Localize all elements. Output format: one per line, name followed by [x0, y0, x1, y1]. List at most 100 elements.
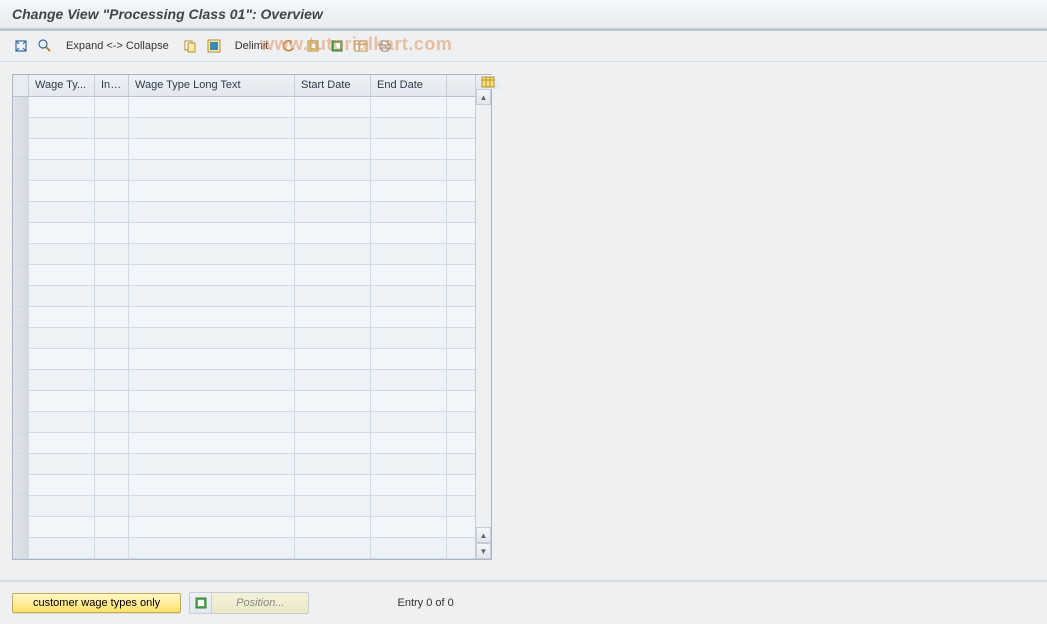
row-selector[interactable] [13, 202, 29, 222]
row-selector[interactable] [13, 370, 29, 390]
cell-wage-type[interactable] [29, 475, 95, 495]
scroll-down-button[interactable]: ▼ [476, 543, 491, 559]
table-row[interactable] [13, 160, 475, 181]
cell-start-date[interactable] [295, 244, 371, 264]
table-row[interactable] [13, 433, 475, 454]
table-row[interactable] [13, 475, 475, 496]
cell-end-date[interactable] [371, 475, 447, 495]
table-row[interactable] [13, 139, 475, 160]
cell-inf[interactable] [95, 433, 129, 453]
cell-wage-type[interactable] [29, 286, 95, 306]
configure-columns-icon[interactable] [476, 75, 500, 89]
expand-collapse-button[interactable]: Expand <-> Collapse [60, 40, 175, 52]
row-selector[interactable] [13, 139, 29, 159]
table-row[interactable] [13, 517, 475, 538]
cell-inf[interactable] [95, 496, 129, 516]
cell-start-date[interactable] [295, 307, 371, 327]
cell-wage-type-long[interactable] [129, 496, 295, 516]
cell-inf[interactable] [95, 307, 129, 327]
cell-wage-type-long[interactable] [129, 391, 295, 411]
find-icon[interactable] [36, 37, 54, 55]
cell-inf[interactable] [95, 349, 129, 369]
cell-start-date[interactable] [295, 433, 371, 453]
cell-wage-type-long[interactable] [129, 139, 295, 159]
table-row[interactable] [13, 265, 475, 286]
cell-wage-type[interactable] [29, 160, 95, 180]
cell-start-date[interactable] [295, 454, 371, 474]
cell-wage-type[interactable] [29, 265, 95, 285]
cell-end-date[interactable] [371, 244, 447, 264]
cell-inf[interactable] [95, 97, 129, 117]
cell-wage-type-long[interactable] [129, 118, 295, 138]
cell-wage-type[interactable] [29, 307, 95, 327]
cell-end-date[interactable] [371, 223, 447, 243]
cell-end-date[interactable] [371, 307, 447, 327]
cell-end-date[interactable] [371, 433, 447, 453]
cell-inf[interactable] [95, 118, 129, 138]
cell-start-date[interactable] [295, 391, 371, 411]
cell-start-date[interactable] [295, 475, 371, 495]
row-selector[interactable] [13, 97, 29, 117]
row-selector[interactable] [13, 307, 29, 327]
table-row[interactable] [13, 412, 475, 433]
cell-inf[interactable] [95, 286, 129, 306]
cell-start-date[interactable] [295, 97, 371, 117]
col-end-date[interactable]: End Date [371, 75, 447, 96]
cell-wage-type[interactable] [29, 454, 95, 474]
scroll-up-button[interactable]: ▲ [476, 89, 491, 105]
table-row[interactable] [13, 454, 475, 475]
cell-end-date[interactable] [371, 265, 447, 285]
row-selector[interactable] [13, 391, 29, 411]
row-selector[interactable] [13, 538, 29, 558]
cell-end-date[interactable] [371, 160, 447, 180]
cell-end-date[interactable] [371, 139, 447, 159]
col-inf[interactable]: Inf... [95, 75, 129, 96]
cell-start-date[interactable] [295, 370, 371, 390]
cell-wage-type-long[interactable] [129, 265, 295, 285]
cell-wage-type-long[interactable] [129, 97, 295, 117]
scroll-track[interactable] [476, 105, 491, 527]
cell-wage-type-long[interactable] [129, 160, 295, 180]
cell-wage-type-long[interactable] [129, 412, 295, 432]
cell-wage-type[interactable] [29, 517, 95, 537]
cell-start-date[interactable] [295, 265, 371, 285]
cell-inf[interactable] [95, 412, 129, 432]
deselect-all-icon[interactable] [328, 37, 346, 55]
cell-start-date[interactable] [295, 496, 371, 516]
cell-end-date[interactable] [371, 538, 447, 558]
scroll-up2-button[interactable]: ▲ [476, 527, 491, 543]
table-row[interactable] [13, 244, 475, 265]
cell-end-date[interactable] [371, 202, 447, 222]
cell-start-date[interactable] [295, 328, 371, 348]
cell-wage-type-long[interactable] [129, 517, 295, 537]
undo-icon[interactable] [280, 37, 298, 55]
cell-wage-type-long[interactable] [129, 223, 295, 243]
table-row[interactable] [13, 97, 475, 118]
delimit-button[interactable]: Delimit [229, 40, 275, 52]
cell-start-date[interactable] [295, 118, 371, 138]
cell-wage-type[interactable] [29, 391, 95, 411]
cell-wage-type-long[interactable] [129, 370, 295, 390]
cell-start-date[interactable] [295, 517, 371, 537]
table-row[interactable] [13, 391, 475, 412]
cell-end-date[interactable] [371, 97, 447, 117]
cell-inf[interactable] [95, 517, 129, 537]
cell-wage-type-long[interactable] [129, 202, 295, 222]
cell-end-date[interactable] [371, 349, 447, 369]
row-selector[interactable] [13, 223, 29, 243]
cell-inf[interactable] [95, 475, 129, 495]
cell-end-date[interactable] [371, 517, 447, 537]
col-start-date[interactable]: Start Date [295, 75, 371, 96]
cell-wage-type[interactable] [29, 349, 95, 369]
table-row[interactable] [13, 286, 475, 307]
cell-wage-type-long[interactable] [129, 286, 295, 306]
cell-inf[interactable] [95, 370, 129, 390]
table-row[interactable] [13, 349, 475, 370]
cell-wage-type[interactable] [29, 118, 95, 138]
row-selector[interactable] [13, 118, 29, 138]
cell-wage-type[interactable] [29, 202, 95, 222]
cell-start-date[interactable] [295, 202, 371, 222]
table-settings-icon[interactable] [352, 37, 370, 55]
cell-wage-type-long[interactable] [129, 328, 295, 348]
col-wage-type[interactable]: Wage Ty... [29, 75, 95, 96]
